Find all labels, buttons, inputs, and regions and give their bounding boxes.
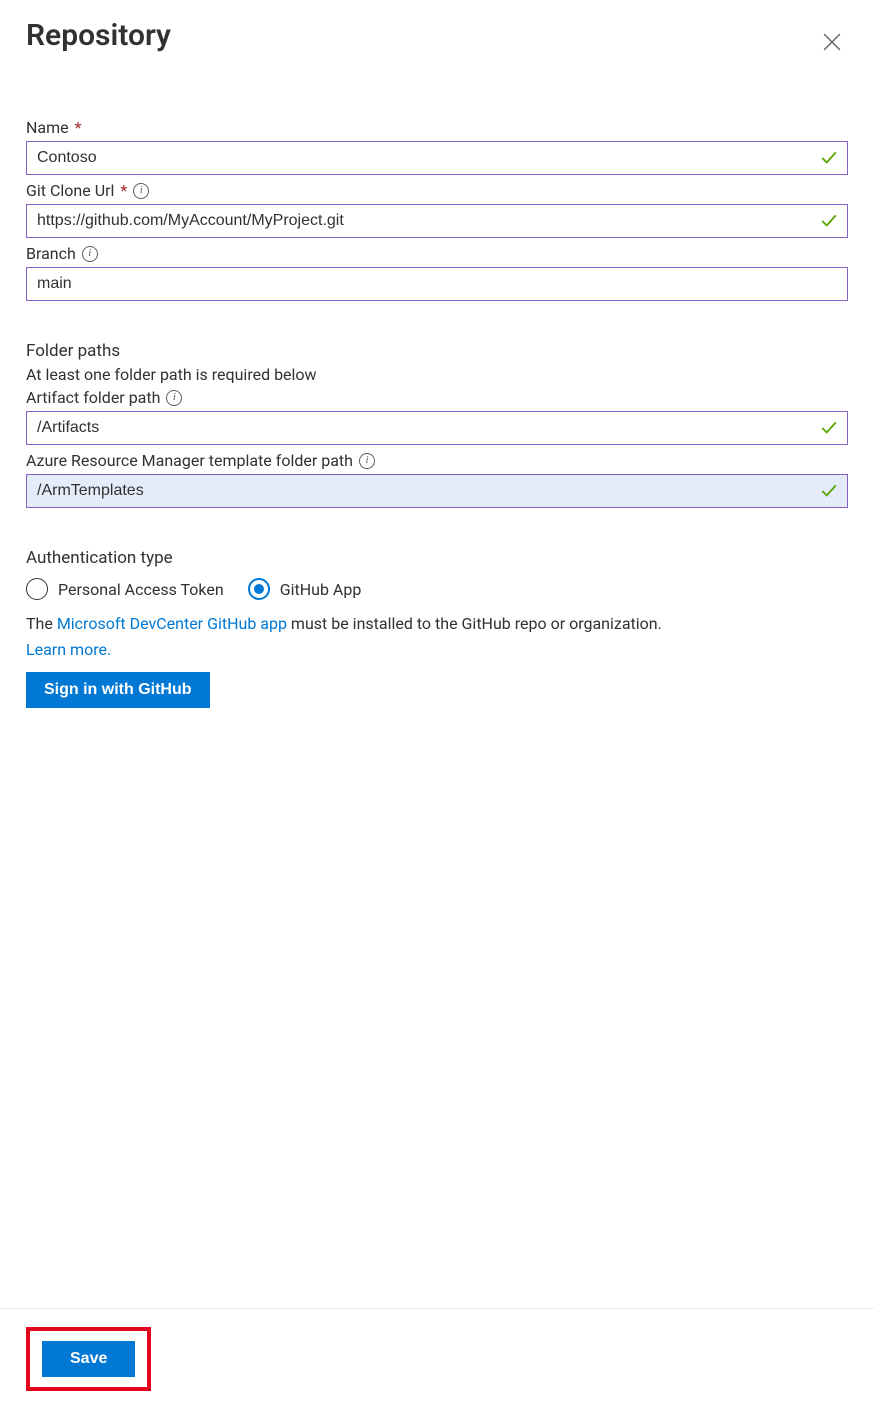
branch-field: Branch i <box>26 244 848 301</box>
valid-check-icon <box>820 482 838 500</box>
artifact-input-wrap <box>26 411 848 445</box>
panel-title: Repository <box>26 18 171 54</box>
giturl-field: Git Clone Url * i <box>26 181 848 238</box>
panel-footer: Save <box>0 1308 874 1414</box>
auth-radio-group: Personal Access Token GitHub App <box>26 578 848 600</box>
folder-section-title: Folder paths <box>26 341 848 361</box>
name-field: Name * <box>26 118 848 175</box>
artifact-field: Artifact folder path i <box>26 388 848 445</box>
save-button[interactable]: Save <box>42 1341 135 1377</box>
auth-option-pat-label: Personal Access Token <box>58 580 224 599</box>
sign-in-with-github-button[interactable]: Sign in with GitHub <box>26 672 210 708</box>
artifact-label: Artifact folder path <box>26 388 160 407</box>
close-button[interactable] <box>816 26 848 58</box>
name-label-row: Name * <box>26 118 848 137</box>
required-indicator: * <box>75 118 82 137</box>
giturl-label: Git Clone Url <box>26 181 114 200</box>
branch-input[interactable] <box>26 267 848 301</box>
close-icon <box>823 33 841 51</box>
name-label: Name <box>26 118 69 137</box>
giturl-input[interactable] <box>26 204 848 238</box>
radio-icon <box>26 578 48 600</box>
info-icon[interactable]: i <box>133 183 149 199</box>
valid-check-icon <box>820 212 838 230</box>
auth-section: Authentication type Personal Access Toke… <box>26 548 848 708</box>
auth-text-prefix: The <box>26 614 57 633</box>
info-icon[interactable]: i <box>359 453 375 469</box>
auth-section-title: Authentication type <box>26 548 848 568</box>
arm-label-row: Azure Resource Manager template folder p… <box>26 451 848 470</box>
github-app-link[interactable]: Microsoft DevCenter GitHub app <box>57 614 287 633</box>
branch-label-row: Branch i <box>26 244 848 263</box>
artifact-input[interactable] <box>26 411 848 445</box>
required-indicator: * <box>120 181 127 200</box>
repository-panel: Repository Name * Git Clone Url * i <box>0 0 874 1304</box>
name-input[interactable] <box>26 141 848 175</box>
learn-more-row: Learn more. <box>26 638 848 662</box>
arm-field: Azure Resource Manager template folder p… <box>26 451 848 508</box>
arm-label: Azure Resource Manager template folder p… <box>26 451 353 470</box>
auth-option-pat[interactable]: Personal Access Token <box>26 578 224 600</box>
branch-label: Branch <box>26 244 76 263</box>
branch-input-wrap <box>26 267 848 301</box>
auth-helper-text: The Microsoft DevCenter GitHub app must … <box>26 612 848 636</box>
arm-input[interactable] <box>26 474 848 508</box>
giturl-label-row: Git Clone Url * i <box>26 181 848 200</box>
valid-check-icon <box>820 419 838 437</box>
auth-option-ghapp-label: GitHub App <box>280 580 362 599</box>
name-input-wrap <box>26 141 848 175</box>
folder-section: Folder paths At least one folder path is… <box>26 341 848 508</box>
save-highlight-box: Save <box>26 1327 151 1391</box>
artifact-label-row: Artifact folder path i <box>26 388 848 407</box>
panel-header: Repository <box>26 18 848 58</box>
valid-check-icon <box>820 149 838 167</box>
radio-dot <box>254 584 264 594</box>
info-icon[interactable]: i <box>166 390 182 406</box>
auth-text-suffix: must be installed to the GitHub repo or … <box>287 614 662 633</box>
auth-option-ghapp[interactable]: GitHub App <box>248 578 362 600</box>
learn-more-link[interactable]: Learn more. <box>26 640 111 659</box>
folder-section-subtitle: At least one folder path is required bel… <box>26 365 848 384</box>
radio-icon-selected <box>248 578 270 600</box>
giturl-input-wrap <box>26 204 848 238</box>
info-icon[interactable]: i <box>82 246 98 262</box>
arm-input-wrap <box>26 474 848 508</box>
